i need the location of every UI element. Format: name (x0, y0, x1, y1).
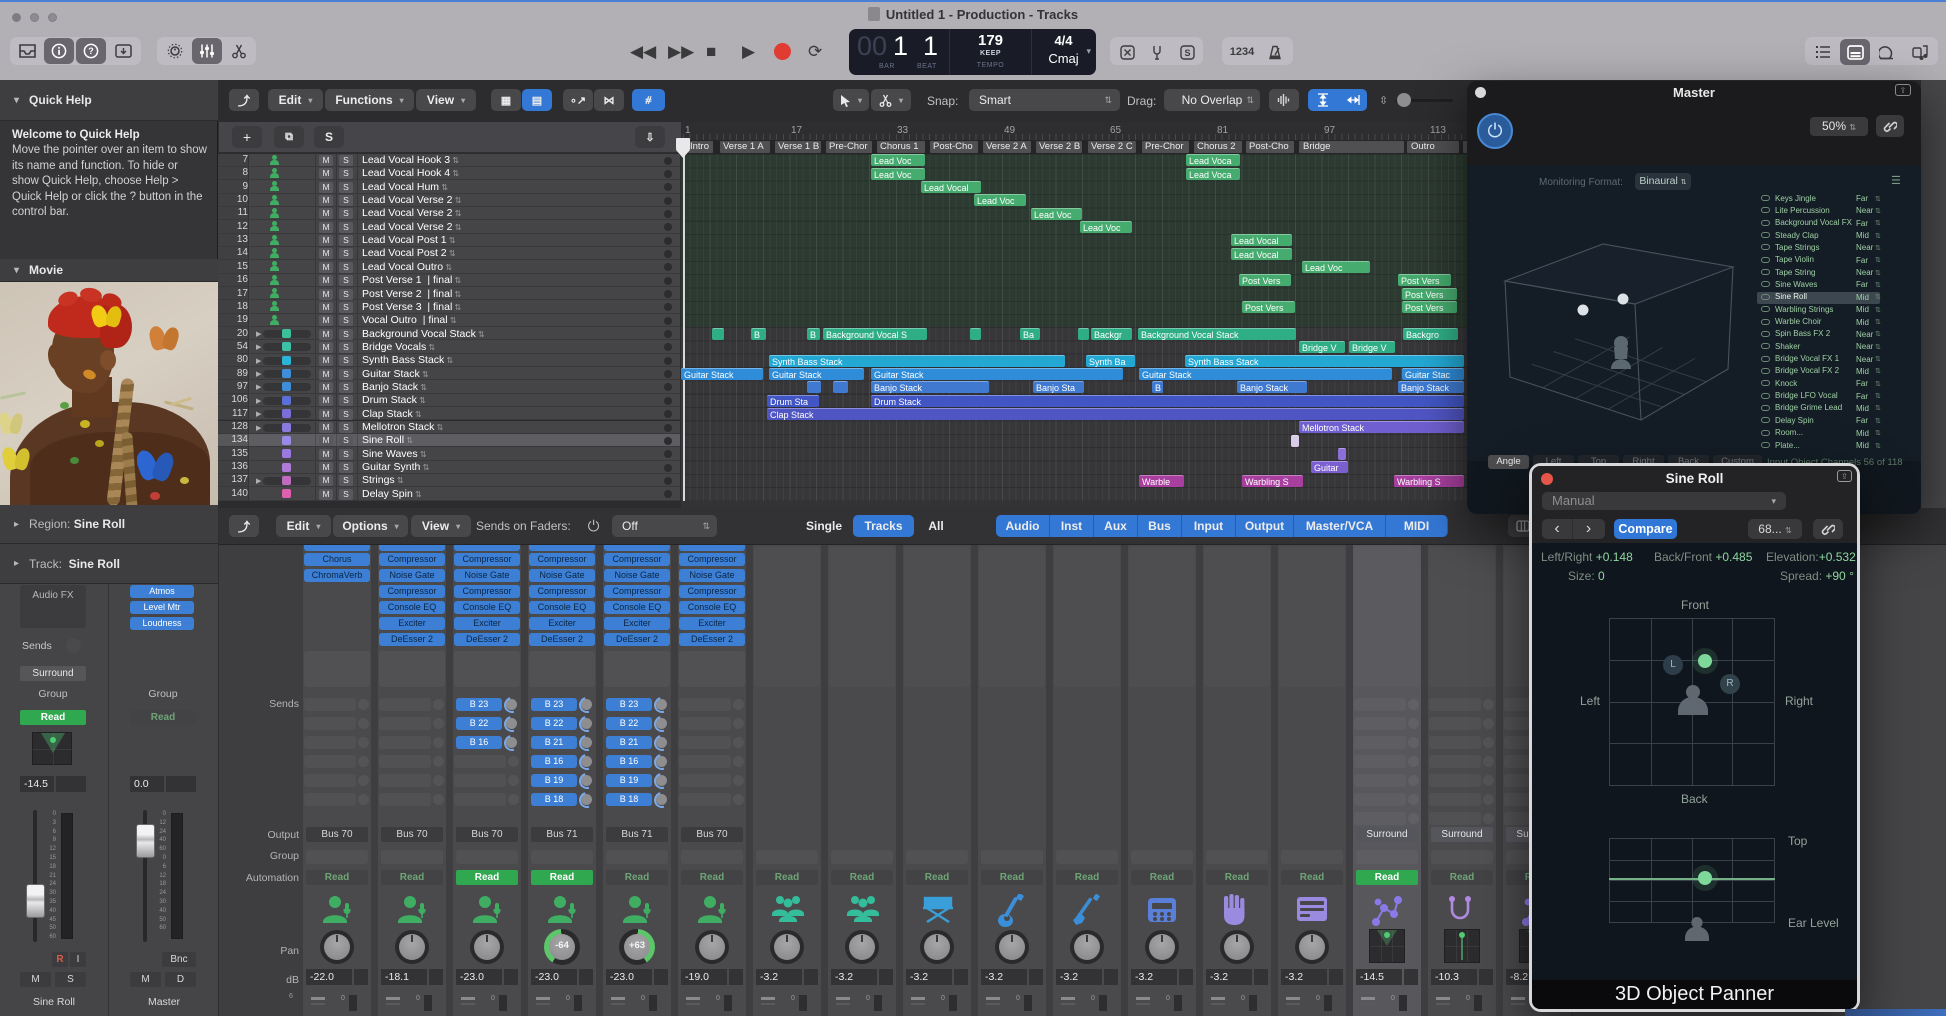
svg-text:S: S (1184, 48, 1190, 58)
svg-text:?: ? (88, 46, 94, 56)
